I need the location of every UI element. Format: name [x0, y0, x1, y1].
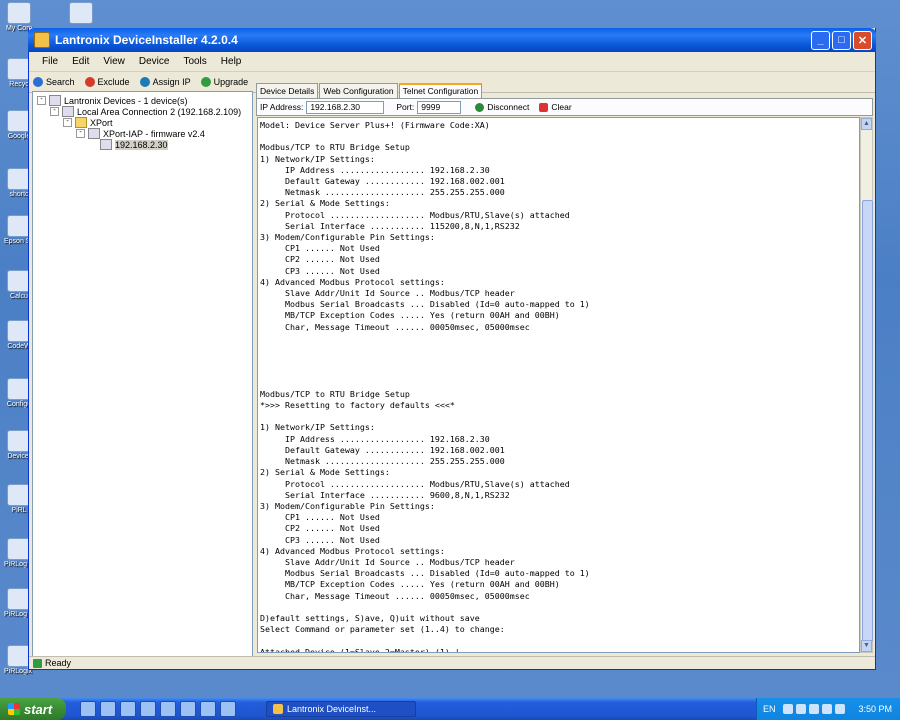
clear-label: Clear	[551, 102, 572, 112]
desktop-shortcut-icon	[69, 2, 93, 24]
tree-node-label: Local Area Connection 2 (192.168.2.109)	[77, 106, 242, 117]
quick-launch-icon[interactable]	[220, 701, 236, 717]
tab-strip: Device Details Web Configuration Telnet Co…	[256, 83, 873, 98]
network-icon	[62, 106, 74, 117]
scroll-up-icon[interactable]: ▲	[861, 118, 872, 130]
tree-expander-icon[interactable]: -	[63, 118, 72, 127]
upgrade-button[interactable]: Upgrade	[200, 77, 249, 87]
tree-node-label: 192.168.2.30	[115, 139, 168, 150]
tray-icon[interactable]	[809, 704, 820, 714]
menu-device[interactable]: Device	[132, 56, 177, 67]
port-field[interactable]: 9999	[417, 100, 462, 114]
connection-bar: IP Address: 192.168.2.30 Port: 9999 Disc…	[256, 98, 873, 116]
upgrade-icon	[200, 77, 211, 87]
taskbar-item-deviceinstaller[interactable]: Lantronix DeviceInst...	[266, 701, 416, 717]
disconnect-button[interactable]: Disconnect	[475, 102, 529, 112]
menu-view[interactable]: View	[96, 56, 132, 67]
tree-expander-icon[interactable]: -	[76, 129, 85, 138]
search-icon	[33, 77, 43, 87]
minimize-button[interactable]: _	[811, 30, 830, 50]
port-label: Port:	[396, 102, 415, 112]
tab-telnet-configuration[interactable]: Telnet Configuration	[398, 83, 483, 98]
volume-icon[interactable]	[822, 704, 833, 714]
telnet-terminal[interactable]: Model: Device Server Plus+! (Firmware Co…	[257, 117, 860, 653]
tree-expander-icon[interactable]: -	[50, 107, 59, 116]
toolbar-label: Exclude	[97, 77, 130, 87]
ip-address-label: IP Address:	[260, 102, 304, 112]
desktop-shortcut-icon	[7, 2, 31, 24]
toolbar-label: Search	[46, 77, 75, 87]
menu-help[interactable]: Help	[214, 56, 249, 67]
scroll-thumb[interactable]	[862, 200, 873, 642]
clear-icon	[539, 102, 549, 112]
device-tree[interactable]: - Lantronix Devices - 1 device(s) - Local A…	[32, 91, 253, 657]
start-label: start	[24, 701, 53, 717]
tray-icon[interactable]	[796, 704, 807, 714]
status-bar: Ready	[29, 656, 875, 669]
quick-launch-icon[interactable]	[200, 701, 216, 717]
app-window: Lantronix DeviceInstaller 4.2.0.4 _ □ ✕ …	[28, 28, 876, 670]
status-text: Ready	[45, 658, 72, 668]
terminal-output: Model: Device Server Plus+! (Firmware Co…	[260, 120, 590, 653]
toolbar-label: Assign IP	[152, 77, 191, 87]
window-title: Lantronix DeviceInstaller 4.2.0.4	[55, 33, 238, 47]
system-tray: EN 3:50 PM	[755, 698, 900, 720]
assign-ip-icon	[139, 77, 150, 87]
desktop-icon[interactable]	[66, 2, 96, 25]
app-icon	[34, 32, 50, 48]
devices-icon	[49, 95, 61, 106]
details-pane: Device Details Web Configuration Telnet Co…	[256, 83, 873, 657]
tree-node-label: XPort-IAP - firmware v2.4	[103, 128, 205, 139]
taskbar-item-label: Lantronix DeviceInst...	[287, 704, 377, 714]
quick-launch-icon[interactable]	[140, 701, 156, 717]
exclude-button[interactable]: Exclude	[84, 77, 130, 87]
windows-logo-icon	[8, 703, 20, 715]
tree-node[interactable]: - Lantronix Devices - 1 device(s)	[37, 95, 188, 106]
device-icon	[88, 128, 100, 139]
language-indicator[interactable]: EN	[763, 704, 776, 714]
tree-node[interactable]: - Local Area Connection 2 (192.168.2.109)	[50, 106, 241, 117]
app-icon	[273, 704, 283, 714]
clear-button[interactable]: Clear	[539, 102, 572, 112]
start-button[interactable]: start	[0, 698, 66, 720]
tree-expander-icon[interactable]: -	[37, 96, 46, 105]
quick-launch-icon[interactable]	[160, 701, 176, 717]
clock: 3:50 PM	[858, 704, 892, 714]
menu-tools[interactable]: Tools	[176, 56, 213, 67]
terminal-scrollbar[interactable]: ▲ ▼	[860, 117, 873, 653]
menu-edit[interactable]: Edit	[65, 56, 96, 67]
tree-node[interactable]: 192.168.2.30	[89, 139, 168, 150]
search-button[interactable]: Search	[33, 77, 75, 87]
toolbar-label: Upgrade	[213, 77, 249, 87]
scroll-down-icon[interactable]: ▼	[861, 640, 872, 652]
tab-device-details[interactable]: Device Details	[256, 83, 319, 98]
menu-bar: File Edit View Device Tools Help	[29, 52, 875, 72]
tree-node[interactable]: - XPort-IAP - firmware v2.4	[76, 128, 205, 139]
tree-node[interactable]: - XPort	[63, 117, 113, 128]
title-bar[interactable]: Lantronix DeviceInstaller 4.2.0.4 _ □ ✕	[28, 28, 876, 52]
close-button[interactable]: ✕	[853, 30, 872, 50]
disconnect-label: Disconnect	[487, 102, 530, 112]
disconnect-icon	[475, 102, 485, 112]
menu-file[interactable]: File	[35, 56, 65, 67]
ip-address-field[interactable]: 192.168.2.30	[306, 100, 385, 114]
tray-icon[interactable]	[783, 704, 794, 714]
security-shield-icon[interactable]	[835, 704, 846, 714]
media-player-icon[interactable]	[120, 701, 136, 717]
tree-node-label: Lantronix Devices - 1 device(s)	[64, 95, 188, 106]
maximize-button[interactable]: □	[832, 30, 851, 50]
status-icon	[33, 658, 42, 668]
tree-node-label: XPort	[90, 117, 113, 128]
device-node-icon	[100, 139, 112, 150]
exclude-icon	[84, 77, 95, 87]
taskbar: start Lantronix DeviceInst... EN 3:50 PM	[0, 698, 900, 720]
tab-web-configuration[interactable]: Web Configuration	[319, 83, 398, 98]
assign-ip-button[interactable]: Assign IP	[139, 77, 191, 87]
quick-launch	[80, 701, 236, 717]
folder-icon	[75, 117, 87, 128]
quick-launch-icon[interactable]	[180, 701, 196, 717]
ie-icon[interactable]	[80, 701, 96, 717]
show-desktop-icon[interactable]	[100, 701, 116, 717]
